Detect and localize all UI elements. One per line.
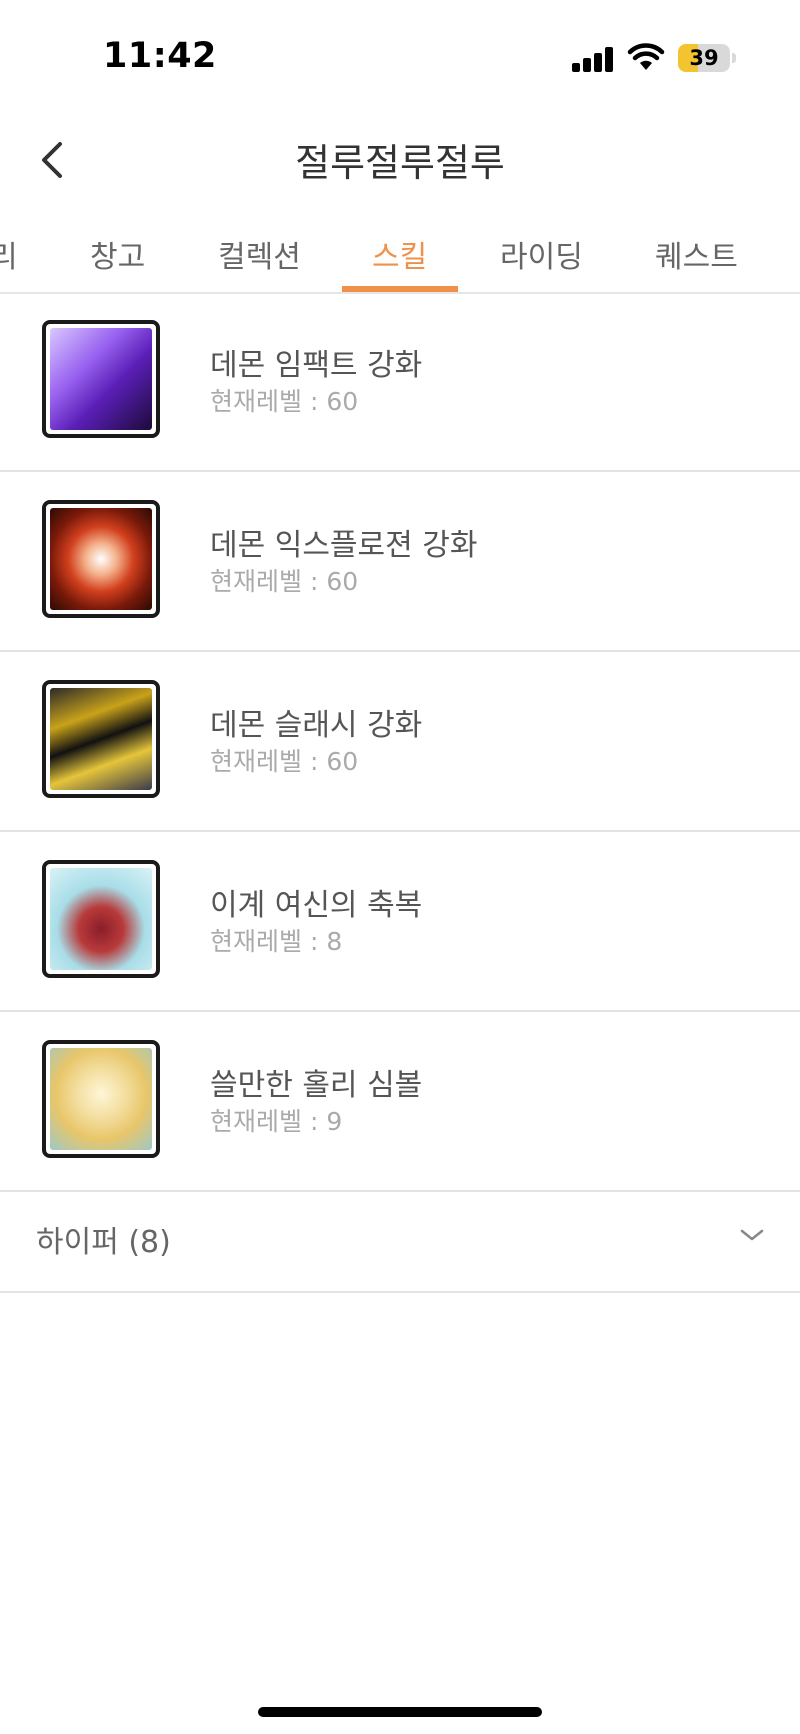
- skill-item[interactable]: 쓸만한 홀리 심볼 현재레벨 : 9: [0, 1012, 800, 1192]
- battery-level: 39: [689, 46, 719, 70]
- demon-impact-icon: [42, 320, 160, 438]
- skill-item[interactable]: 데몬 익스플로젼 강화 현재레벨 : 60: [0, 472, 800, 652]
- skill-level: 현재레벨 : 60: [210, 747, 359, 776]
- tab-quest[interactable]: 퀘스트: [655, 232, 738, 276]
- skill-item[interactable]: 이계 여신의 축복 현재레벨 : 8: [0, 832, 800, 1012]
- hyper-section-toggle[interactable]: 하이퍼 (8): [0, 1185, 800, 1293]
- demon-explosion-icon: [42, 500, 160, 618]
- skill-name: 데몬 슬래시 강화: [210, 708, 423, 743]
- hyper-label: 하이퍼 (8): [36, 1225, 171, 1260]
- page-title: 절루절루절루: [295, 141, 505, 185]
- skill-name: 데몬 익스플로젼 강화: [210, 528, 478, 563]
- skill-name: 이계 여신의 축복: [210, 888, 423, 923]
- status-bar: 11:42 39: [0, 0, 800, 110]
- home-indicator: [258, 1707, 542, 1717]
- skill-level: 현재레벨 : 60: [210, 387, 359, 416]
- cellular-signal-icon: [572, 46, 616, 72]
- skill-list: 데몬 임팩트 강화 현재레벨 : 60 데몬 익스플로젼 강화 현재레벨 : 6…: [0, 292, 800, 1192]
- skill-level: 현재레벨 : 9: [210, 1107, 343, 1136]
- tab-collection[interactable]: 컬렉션: [218, 232, 301, 276]
- tab-bar: 리 창고 컬렉션 스킬 라이딩 퀘스트: [0, 220, 800, 294]
- skill-name: 데몬 임팩트 강화: [210, 348, 423, 383]
- tab-riding[interactable]: 라이딩: [500, 232, 583, 276]
- status-time: 11:42: [103, 36, 217, 76]
- tab-partial[interactable]: 리: [0, 232, 18, 276]
- skill-level: 현재레벨 : 60: [210, 567, 359, 596]
- header: 절루절루절루: [0, 110, 800, 210]
- skill-name: 쓸만한 홀리 심볼: [210, 1068, 423, 1103]
- demon-slash-icon: [42, 680, 160, 798]
- goddess-blessing-icon: [42, 860, 160, 978]
- skill-item[interactable]: 데몬 슬래시 강화 현재레벨 : 60: [0, 652, 800, 832]
- tab-storage[interactable]: 창고: [90, 232, 145, 276]
- wifi-icon: [627, 43, 665, 70]
- chevron-down-icon: [740, 1229, 764, 1241]
- skill-item[interactable]: 데몬 임팩트 강화 현재레벨 : 60: [0, 292, 800, 472]
- holy-symbol-icon: [42, 1040, 160, 1158]
- tab-skill[interactable]: 스킬: [372, 232, 427, 276]
- skill-level: 현재레벨 : 8: [210, 927, 343, 956]
- battery-icon: 39: [678, 44, 736, 72]
